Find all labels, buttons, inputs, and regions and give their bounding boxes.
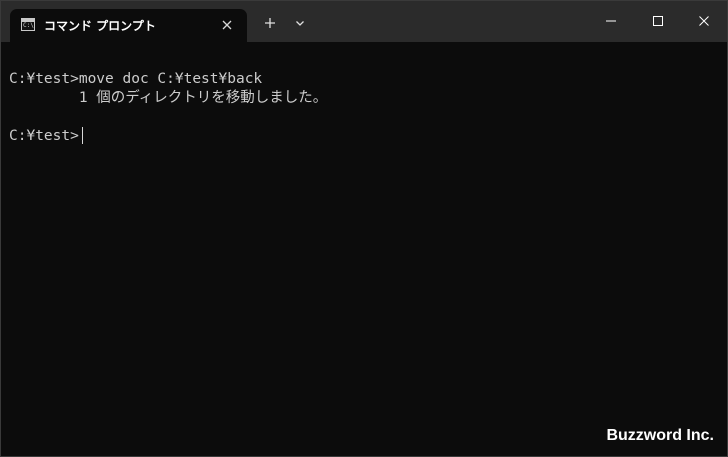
terminal-window: C:\ コマンド プロンプト C:¥test>move doc C:¥test¥… xyxy=(0,0,728,457)
tab-close-icon[interactable] xyxy=(218,16,236,34)
title-bar[interactable]: C:\ コマンド プロンプト xyxy=(1,1,727,42)
text-cursor xyxy=(82,127,83,144)
chevron-down-icon[interactable] xyxy=(290,13,310,33)
minimize-button[interactable] xyxy=(588,1,634,41)
close-icon xyxy=(699,16,709,26)
new-tab-plus-icon[interactable] xyxy=(260,13,280,33)
command-prompt-icon-text: C:\ xyxy=(23,22,34,29)
watermark: Buzzword Inc. xyxy=(606,427,714,444)
close-button[interactable] xyxy=(681,1,727,41)
tab-command-prompt[interactable]: C:\ コマンド プロンプト xyxy=(10,9,247,42)
terminal-output[interactable]: C:¥test>move doc C:¥test¥back 1 個のディレクトリ… xyxy=(1,42,727,456)
command-prompt-icon: C:\ xyxy=(21,18,35,31)
terminal-prompt: C:¥test> xyxy=(9,128,79,144)
maximize-button[interactable] xyxy=(635,1,681,41)
minimize-icon xyxy=(606,20,616,22)
tab-title: コマンド プロンプト xyxy=(44,19,156,33)
terminal-line-command: C:¥test>move doc C:¥test¥back xyxy=(9,71,263,87)
terminal-line-result: 1 個のディレクトリを移動しました。 xyxy=(9,90,328,106)
maximize-icon xyxy=(653,16,663,26)
